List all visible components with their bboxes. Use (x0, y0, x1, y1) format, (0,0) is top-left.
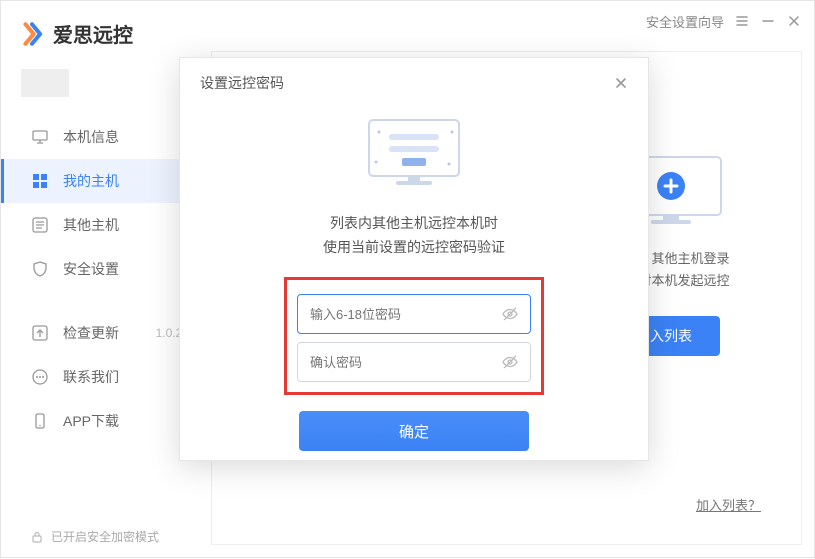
sidebar-item-security[interactable]: 安全设置 (1, 247, 201, 291)
modal-title: 设置远控密码 (200, 73, 284, 93)
app-logo: 爱思远控 (19, 19, 133, 48)
modal-desc-line2: 使用当前设置的远控密码验证 (220, 235, 608, 259)
sidebar-item-label: 本机信息 (63, 127, 119, 147)
monitor-icon (31, 128, 49, 146)
security-wizard-link[interactable]: 安全设置向导 (646, 12, 724, 31)
sidebar-item-label: 其他主机 (63, 215, 119, 235)
sidebar-item-app-download[interactable]: APP下载 (1, 399, 201, 443)
sidebar-item-label: 我的主机 (63, 171, 119, 191)
sidebar-item-label: APP下载 (63, 411, 119, 431)
lock-icon (31, 531, 43, 543)
sidebar-item-my-hosts[interactable]: 我的主机 (1, 159, 201, 203)
modal-desc-line1: 列表内其他主机远控本机时 (220, 211, 608, 235)
sidebar-item-contact[interactable]: 联系我们 (1, 355, 201, 399)
sidebar-item-update[interactable]: 检查更新 1.0.29 (1, 311, 201, 355)
confirm-button[interactable]: 确定 (299, 411, 529, 451)
shield-icon (31, 260, 49, 278)
sidebar: 本机信息 我的主机 其他主机 安全设置 检查更新 1.0.29 联系我们 APP… (1, 61, 201, 559)
set-password-modal: 设置远控密码 列表内其他主机远控本机时 使用当前设置的远控密码验证 (179, 57, 649, 461)
list-icon (31, 216, 49, 234)
avatar[interactable] (21, 69, 69, 97)
eye-off-icon[interactable] (501, 353, 519, 371)
modal-close-icon[interactable] (614, 76, 628, 90)
app-name: 爱思远控 (53, 19, 133, 48)
sidebar-item-label: 联系我们 (63, 367, 119, 387)
sidebar-item-local-info[interactable]: 本机信息 (1, 115, 201, 159)
join-list-link[interactable]: 加入列表？ (696, 495, 761, 514)
sidebar-item-other-hosts[interactable]: 其他主机 (1, 203, 201, 247)
chat-icon (31, 368, 49, 386)
phone-icon (31, 412, 49, 430)
sidebar-item-label: 安全设置 (63, 259, 119, 279)
sidebar-item-label: 检查更新 (63, 323, 119, 343)
eye-off-icon[interactable] (501, 305, 519, 323)
logo-icon (19, 21, 45, 47)
encryption-status: 已开启安全加密模式 (31, 528, 159, 545)
highlighted-fields (284, 277, 544, 395)
password-input[interactable] (297, 294, 531, 334)
confirm-password-input[interactable] (297, 342, 531, 382)
menu-icon[interactable] (734, 13, 750, 29)
minimize-icon[interactable] (760, 13, 776, 29)
close-icon[interactable] (786, 13, 802, 29)
modal-illustration (354, 114, 474, 199)
upload-icon (31, 324, 49, 342)
grid-icon (31, 172, 49, 190)
